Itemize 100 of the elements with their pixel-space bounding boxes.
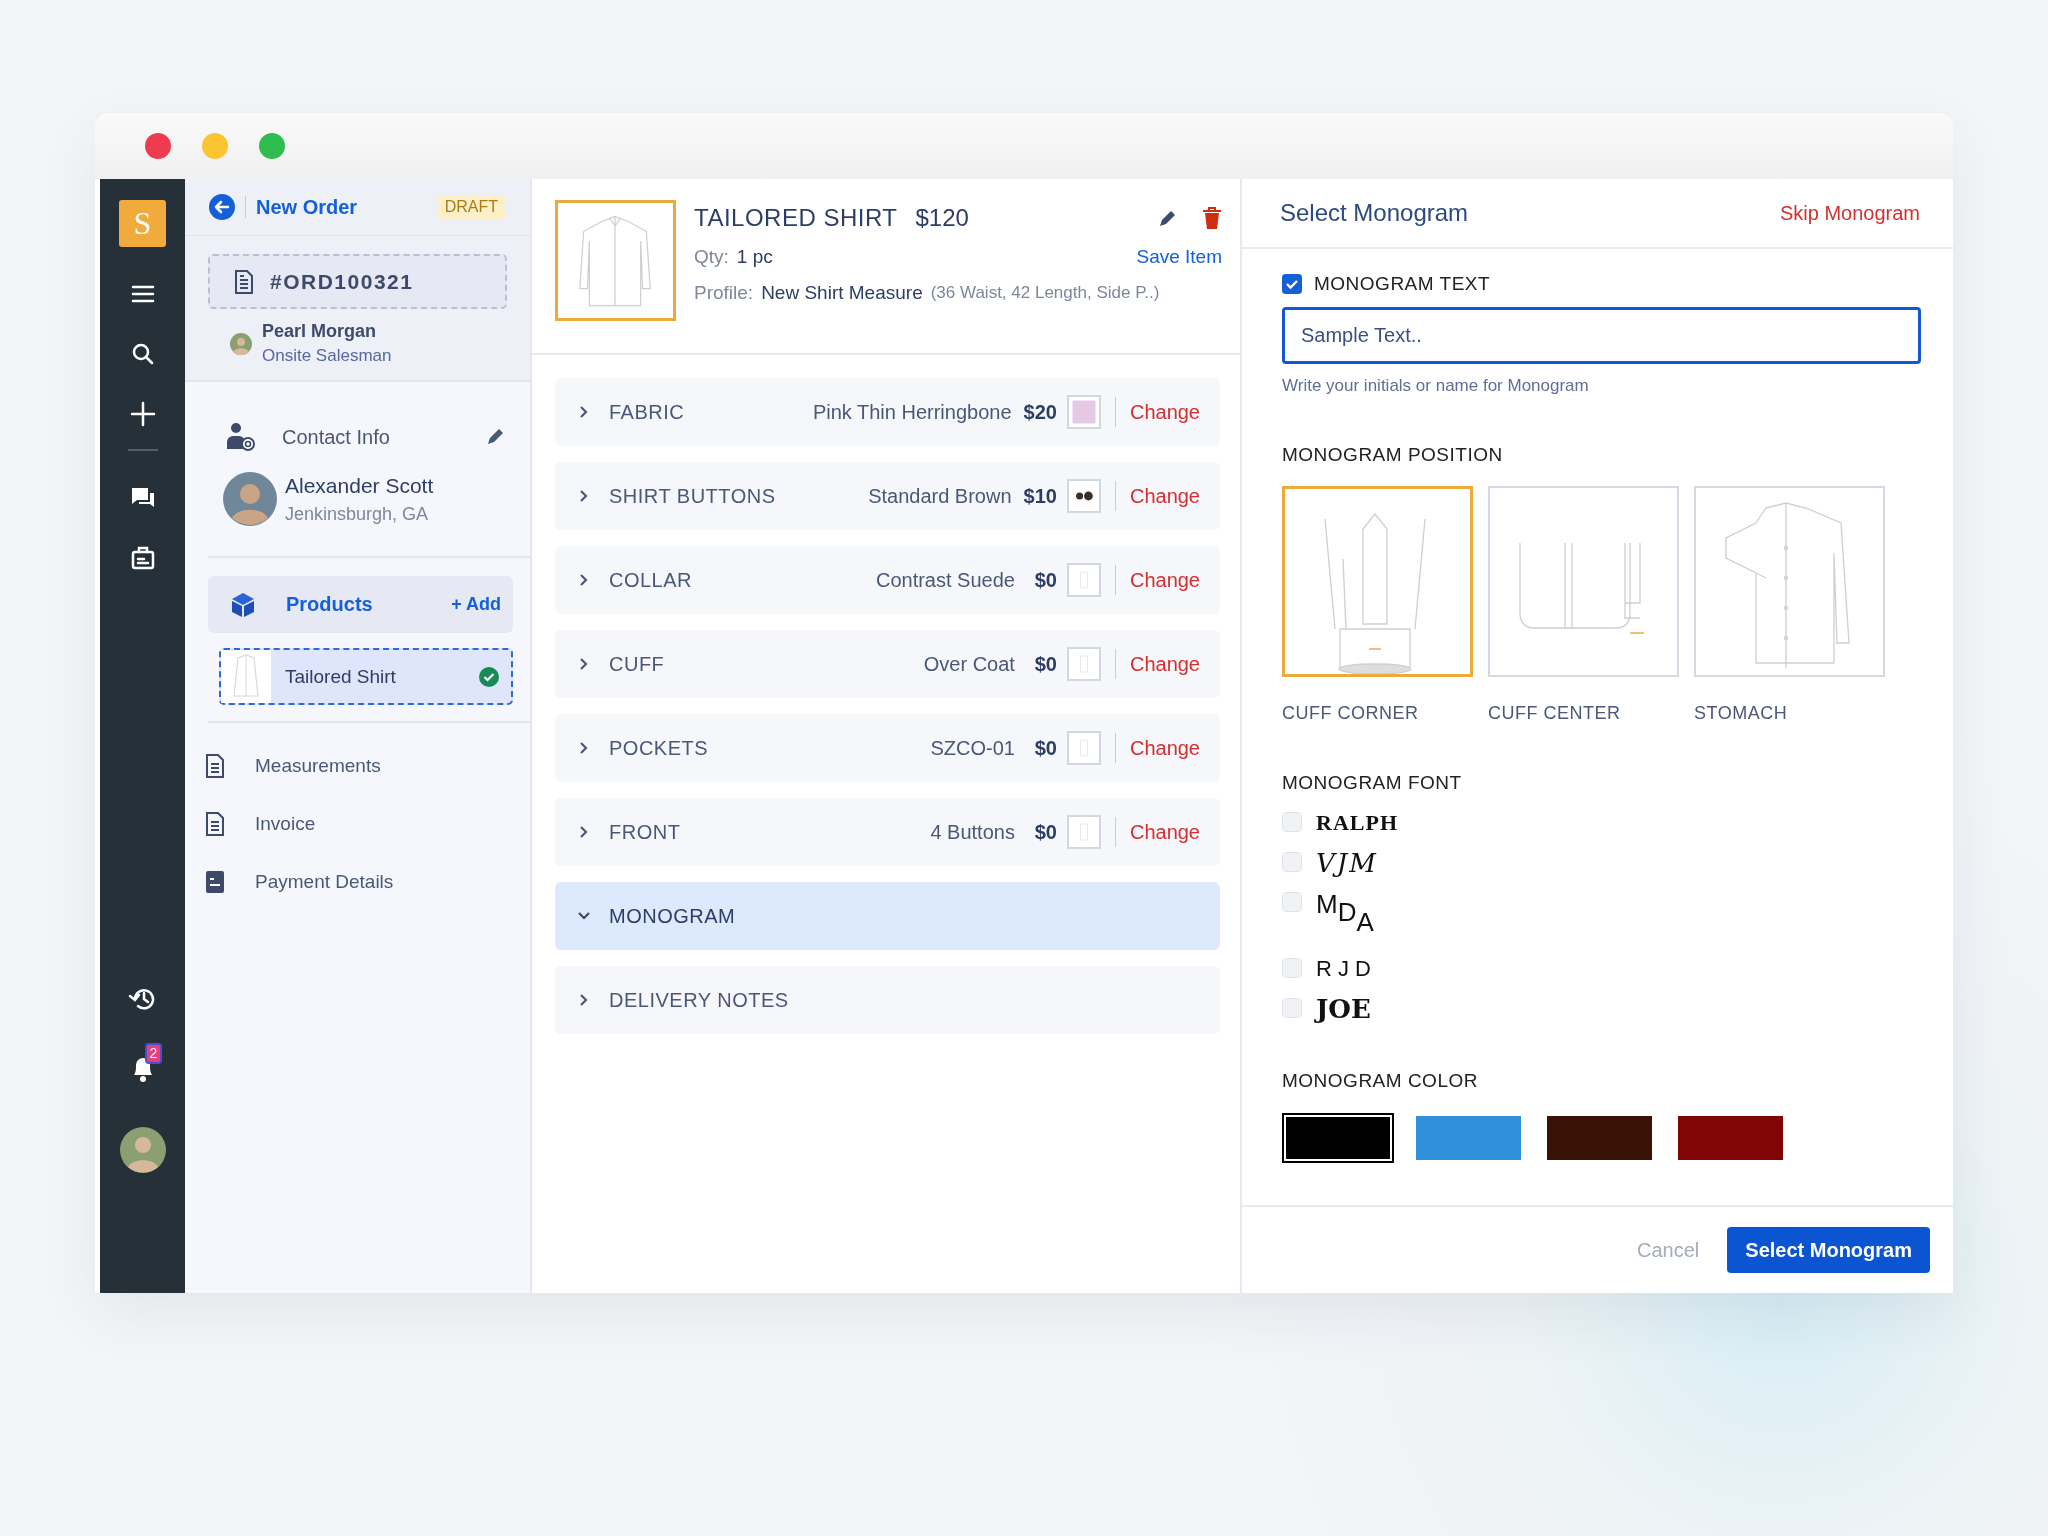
position-label: CUFF CENTER: [1488, 703, 1622, 724]
item-price: $120: [915, 204, 970, 232]
edit-icon[interactable]: [1158, 208, 1178, 228]
option-label: MONOGRAM: [609, 904, 737, 928]
salesperson-name: Pearl Morgan: [262, 321, 378, 342]
delete-icon[interactable]: [1202, 207, 1222, 229]
notification-badge: 2: [144, 1043, 163, 1064]
font-sample: RALPH: [1316, 810, 1398, 836]
document-icon: [205, 754, 225, 778]
sidebar-item[interactable]: Payment Details: [185, 853, 530, 911]
change-link[interactable]: Change: [1129, 400, 1200, 424]
option-price: $20: [1023, 400, 1057, 424]
products-nav-item[interactable]: Products + Add: [208, 576, 513, 633]
option-label: COLLAR: [609, 568, 694, 592]
option-label: POCKETS: [609, 736, 710, 760]
option-label: DELIVERY NOTES: [609, 988, 790, 1012]
color-swatch[interactable]: [1416, 1116, 1521, 1160]
checkbox[interactable]: [1282, 998, 1302, 1018]
option-price: $0: [1033, 736, 1057, 760]
skip-link[interactable]: Skip Monogram: [1779, 201, 1920, 225]
page-title: New Order: [256, 195, 359, 219]
color-swatch[interactable]: [1678, 1116, 1783, 1160]
font-sample: R J D: [1316, 956, 1371, 982]
save-item-link[interactable]: Save Item: [1136, 246, 1222, 268]
option-row[interactable]: CUFF Over Coat $0 Change: [555, 630, 1220, 698]
position-label: CUFF CORNER: [1282, 703, 1420, 724]
option-price: $0: [1033, 820, 1057, 844]
sidebar-item[interactable]: Measurements: [185, 737, 530, 795]
option-value: Pink Thin Herringbone: [812, 400, 1012, 424]
select-monogram-button[interactable]: Select Monogram: [1727, 1227, 1930, 1273]
qty-label: Qty:: [694, 246, 729, 268]
option-row[interactable]: MONOGRAM: [555, 882, 1220, 950]
section-title: MONOGRAM TEXT: [1314, 273, 1491, 295]
checkbox[interactable]: [1282, 958, 1302, 978]
option-label: CUFF: [609, 652, 666, 676]
fabric-swatch: [1066, 395, 1101, 429]
position-label: STOMACH: [1694, 703, 1789, 724]
section-title: MONOGRAM POSITION: [1282, 444, 1504, 466]
change-link[interactable]: Change: [1129, 652, 1200, 676]
sidebar-item[interactable]: Invoice: [185, 795, 530, 853]
panel-title: Select Monogram: [1280, 199, 1469, 227]
customer-name: Alexander Scott: [285, 473, 434, 498]
user-avatar[interactable]: [119, 1127, 166, 1173]
option-value: 4 Buttons: [930, 820, 1015, 844]
checkbox[interactable]: [1282, 812, 1302, 832]
option-row[interactable]: SHIRT BUTTONS Standard Brown $10 Change: [555, 462, 1220, 530]
option-row[interactable]: COLLAR Contrast Suede $0 Change: [555, 546, 1220, 614]
item-title: TAILORED SHIRT: [694, 204, 898, 232]
change-link[interactable]: Change: [1129, 736, 1200, 760]
color-swatch[interactable]: [1547, 1116, 1652, 1160]
option-price: $10: [1023, 484, 1057, 508]
option-label: FABRIC: [609, 400, 686, 424]
status-badge: DRAFT: [436, 195, 506, 219]
sketch-thumbnail: [1066, 815, 1101, 849]
profile-detail: (36 Waist, 42 Length, Side P..): [930, 283, 1160, 303]
sketch-thumbnail: [1066, 647, 1101, 681]
customer-avatar: [223, 472, 277, 526]
section-title: MONOGRAM COLOR: [1282, 1070, 1479, 1092]
font-sample: VJM: [1316, 850, 1378, 876]
option-price: $0: [1033, 568, 1057, 592]
option-row[interactable]: POCKETS SZCO-01 $0 Change: [555, 714, 1220, 782]
checkbox[interactable]: [1282, 892, 1302, 912]
document-icon: [205, 812, 225, 836]
customer-location: Jenkinsburgh, GA: [285, 503, 430, 525]
monogram-text-field[interactable]: Sample Text..: [1282, 307, 1921, 364]
back-icon[interactable]: [209, 194, 235, 220]
option-price: $0: [1033, 652, 1057, 676]
checkbox[interactable]: [1282, 274, 1302, 294]
change-link[interactable]: Change: [1129, 820, 1200, 844]
payment-icon: [205, 870, 225, 894]
document-icon: [232, 268, 256, 295]
checkbox[interactable]: [1282, 852, 1302, 872]
option-label: SHIRT BUTTONS: [609, 484, 777, 508]
briefcase-icon[interactable]: [129, 545, 156, 571]
option-row[interactable]: DELIVERY NOTES: [555, 966, 1220, 1034]
plus-icon[interactable]: [129, 401, 156, 427]
font-sample: JOE: [1316, 996, 1371, 1022]
profile-label: Profile:: [694, 282, 754, 304]
section-title: Contact Info: [282, 425, 391, 449]
add-link[interactable]: + Add: [451, 594, 501, 615]
option-value: Standard Brown: [868, 484, 1012, 508]
close-button[interactable]: [145, 133, 171, 159]
option-label: FRONT: [609, 820, 682, 844]
change-link[interactable]: Change: [1129, 568, 1200, 592]
contact-icon: [226, 422, 256, 452]
change-link[interactable]: Change: [1129, 484, 1200, 508]
order-number: #ORD100321: [270, 269, 414, 294]
salesperson-avatar: [230, 332, 252, 355]
option-value: Over Coat: [923, 652, 1015, 676]
sketch-thumbnail: [1066, 563, 1101, 597]
product-item[interactable]: Tailored Shirt: [219, 648, 513, 705]
cube-icon: [230, 591, 256, 618]
buttons-icon: [1066, 479, 1101, 513]
option-row[interactable]: FRONT 4 Buttons $0 Change: [555, 798, 1220, 866]
sketch-thumbnail: [1066, 731, 1101, 765]
edit-icon[interactable]: [486, 428, 504, 446]
option-row[interactable]: FABRIC Pink Thin Herringbone $20 Change: [555, 378, 1220, 446]
option-value: Contrast Suede: [875, 568, 1015, 592]
section-title: MONOGRAM FONT: [1282, 772, 1463, 794]
qty-value: 1 pc: [736, 246, 774, 268]
